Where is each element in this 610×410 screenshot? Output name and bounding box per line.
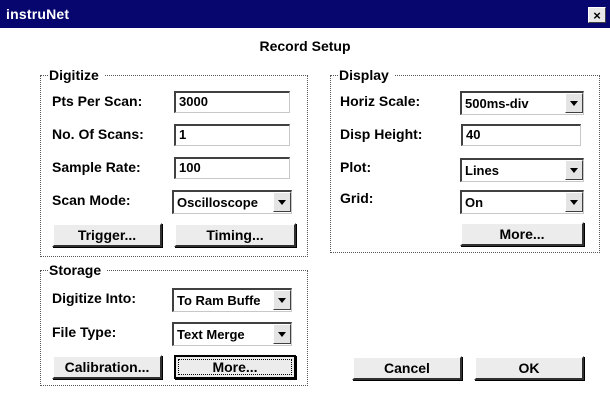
timing-button[interactable]: Timing... xyxy=(174,223,296,247)
plot-label: Plot: xyxy=(340,159,372,175)
sample-rate-label: Sample Rate: xyxy=(52,159,141,175)
digitize-into-label: Digitize Into: xyxy=(52,290,136,306)
trigger-button[interactable]: Trigger... xyxy=(52,223,162,247)
title-bar[interactable]: instruNet × xyxy=(0,0,610,28)
chevron-down-icon[interactable] xyxy=(273,192,291,212)
horiz-scale-select[interactable]: 500ms-div xyxy=(460,91,584,115)
chevron-down-icon[interactable] xyxy=(273,290,291,310)
cancel-button[interactable]: Cancel xyxy=(352,356,462,380)
horiz-scale-value: 500ms-div xyxy=(465,96,529,111)
display-more-button[interactable]: More... xyxy=(460,222,584,246)
horiz-scale-label: Horiz Scale: xyxy=(340,93,421,109)
chevron-down-icon[interactable] xyxy=(565,93,583,113)
close-icon[interactable]: × xyxy=(588,7,606,23)
scan-mode-label: Scan Mode: xyxy=(52,192,131,208)
sample-rate-input[interactable]: 100 xyxy=(174,157,290,179)
record-setup-window: instruNet × Record Setup Digitize Pts Pe… xyxy=(0,0,610,410)
pts-per-scan-label: Pts Per Scan: xyxy=(52,93,143,109)
chevron-down-icon[interactable] xyxy=(273,324,291,344)
disp-height-input[interactable]: 40 xyxy=(461,124,581,146)
plot-select[interactable]: Lines xyxy=(460,158,584,182)
scan-mode-value: Oscilloscope xyxy=(177,195,258,210)
digitize-into-value: To Ram Buffe xyxy=(177,293,261,308)
display-group-title: Display xyxy=(339,67,395,83)
grid-label: Grid: xyxy=(340,190,374,206)
storage-group-title: Storage xyxy=(49,262,108,278)
ok-button[interactable]: OK xyxy=(474,356,584,380)
file-type-label: File Type: xyxy=(52,324,117,340)
storage-more-button[interactable]: More... xyxy=(174,355,296,379)
grid-value: On xyxy=(465,195,484,210)
file-type-value: Text Merge xyxy=(177,327,245,342)
disp-height-label: Disp Height: xyxy=(340,126,423,142)
chevron-down-icon[interactable] xyxy=(565,160,583,180)
num-scans-label: No. Of Scans: xyxy=(52,126,144,142)
num-scans-input[interactable]: 1 xyxy=(174,124,290,146)
window-title: instruNet xyxy=(6,6,70,22)
grid-select[interactable]: On xyxy=(460,190,584,214)
plot-value: Lines xyxy=(465,163,499,178)
dialog-heading: Record Setup xyxy=(259,38,351,54)
pts-per-scan-input[interactable]: 3000 xyxy=(174,91,290,113)
digitize-into-select[interactable]: To Ram Buffe xyxy=(172,288,292,312)
digitize-group-title: Digitize xyxy=(49,67,105,83)
calibration-button[interactable]: Calibration... xyxy=(52,355,162,379)
file-type-select[interactable]: Text Merge xyxy=(172,322,292,346)
chevron-down-icon[interactable] xyxy=(565,192,583,212)
scan-mode-select[interactable]: Oscilloscope xyxy=(172,190,292,214)
